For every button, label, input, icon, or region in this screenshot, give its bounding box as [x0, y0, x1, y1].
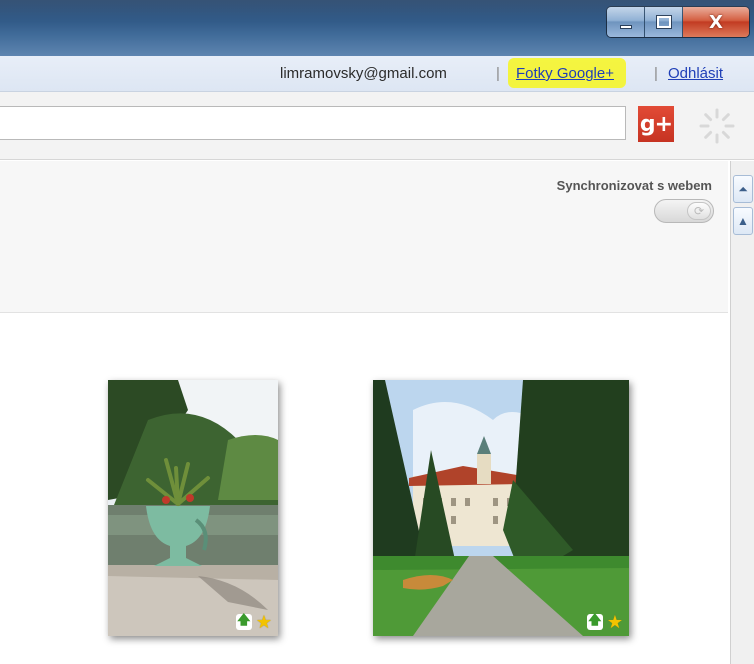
account-bar: limramovsky@gmail.com | Fotky Google+ | …	[0, 56, 754, 92]
close-icon: X	[709, 11, 723, 33]
scroll-up-button[interactable]: ▲	[733, 207, 753, 235]
sync-icon: ⟳	[687, 202, 711, 220]
close-button[interactable]: X	[683, 7, 749, 37]
google-plus-button[interactable]: g+	[638, 106, 674, 142]
search-row: g+	[0, 92, 754, 160]
sync-label: Synchronizovat s webem	[556, 178, 712, 193]
logout-link[interactable]: Odhlásit	[668, 65, 723, 82]
chevron-up-icon: ▲	[737, 214, 749, 228]
vertical-scrollbar[interactable]: ⏶ ▲	[730, 161, 754, 664]
sync-toggle[interactable]: ⟳	[654, 199, 714, 223]
minimize-icon	[619, 25, 632, 29]
loading-spinner-icon	[699, 108, 735, 144]
separator: |	[654, 65, 658, 82]
settings-panel: Synchronizovat s webem ⟳	[0, 161, 728, 313]
photo-thumbnail[interactable]: 🡅 ★	[108, 380, 278, 636]
double-chevron-up-icon: ⏶	[738, 181, 748, 196]
maximize-icon	[655, 15, 672, 29]
star-icon[interactable]: ★	[607, 613, 623, 631]
upload-arrow-icon: 🡅	[586, 612, 603, 630]
photo-badges: 🡅 ★	[586, 612, 623, 631]
photo-image	[108, 380, 278, 636]
google-photos-link[interactable]: Fotky Google+	[516, 65, 614, 82]
window-titlebar: X	[0, 0, 754, 56]
photo-thumbnail[interactable]: 🡅 ★	[373, 380, 629, 636]
star-icon[interactable]: ★	[256, 613, 272, 631]
google-plus-icon: g+	[639, 111, 673, 137]
maximize-button[interactable]	[645, 7, 683, 37]
photo-badges: 🡅 ★	[235, 612, 272, 631]
account-email: limramovsky@gmail.com	[280, 65, 447, 82]
photo-image	[373, 380, 629, 636]
window-controls: X	[606, 6, 750, 38]
search-input[interactable]	[0, 106, 626, 140]
scroll-top-button[interactable]: ⏶	[733, 175, 753, 203]
minimize-button[interactable]	[607, 7, 645, 37]
upload-arrow-icon: 🡅	[235, 612, 252, 630]
photo-grid: 🡅 ★ 🡅 ★	[0, 314, 728, 664]
separator: |	[496, 65, 500, 82]
